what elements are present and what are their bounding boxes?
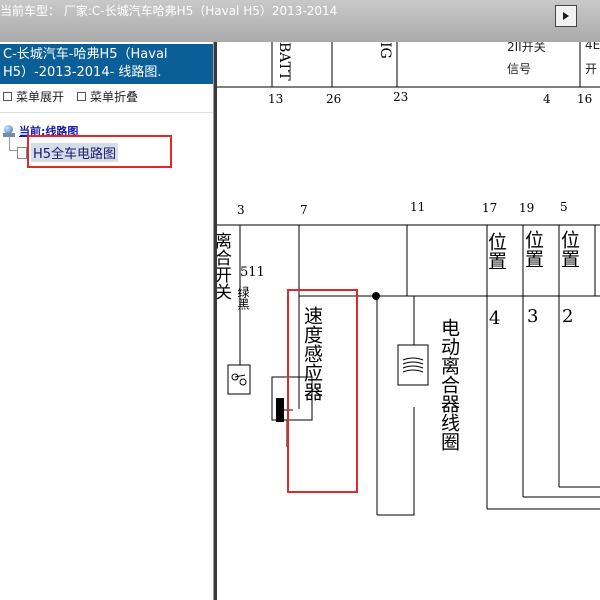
switch-signal-label-1: 2II开关 [507,42,546,54]
tree-connector [9,150,17,151]
pin-number: 7 [300,203,308,217]
collapse-icon [77,92,86,101]
position-number-4: 4 [489,308,501,329]
tree-connector [9,137,10,150]
pin-number: 3 [237,203,245,217]
pin-number: 26 [326,92,342,106]
menu-collapse-label: 菜单折叠 [90,90,139,104]
pin-number: 16 [577,92,593,106]
pin-number: 13 [268,92,284,106]
window-title: 当前车型： 厂家:C-长城汽车哈弗H5（Haval H5）2013-2014 [0,4,338,18]
globe-icon [3,125,15,137]
pin-icon [563,12,569,20]
batt-label: BATT [276,42,292,81]
switch-signal-label-2: 信号 [507,62,532,76]
position-label-4: 位置 [485,232,507,270]
pin-number: 19 [519,201,535,215]
ig-label: IG [377,42,393,59]
wire-number: 511 [240,265,265,280]
model-header: C-长城汽车-哈弗H5（Haval H5）-2013-2014- 线路图. [0,44,213,84]
right-partial-label-2: 开 [585,62,598,76]
pin-number: 4 [543,92,551,106]
menu-expand-label: 菜单展开 [16,90,65,104]
highlight-box [27,135,172,168]
wiring-diagram: BATT IG 2II开关 信号 4E 开 13 26 23 4 16 3 7 … [217,42,600,600]
speed-sensor-label: 速度感应器 [301,306,323,401]
menu-expand-button[interactable]: 菜单展开 [3,88,64,105]
junction-dot [372,292,380,300]
wiring-diagram-svg [217,42,600,516]
pin-number: 23 [393,90,409,104]
window-titlebar: 当前车型： 厂家:C-长城汽车哈弗H5（Haval H5）2013-2014 [0,0,600,43]
clutch-switch-symbol [227,364,251,395]
pin-number: 5 [560,200,568,214]
position-label-3: 位置 [522,230,544,268]
divider [0,112,213,113]
coil-icon [402,357,424,373]
document-icon [17,146,27,159]
speed-sensor-symbol [276,398,293,422]
position-number-2: 2 [562,306,574,327]
sidebar: C-长城汽车-哈弗H5（Haval H5）-2013-2014- 线路图. 菜单… [0,42,213,600]
menu-row: 菜单展开 菜单折叠 [0,86,213,108]
pin-number: 17 [482,201,498,215]
position-number-3: 3 [527,306,539,327]
position-label-2: 位置 [558,230,580,268]
pin-number: 11 [410,200,426,214]
wire-color: 绿黑 [236,286,250,310]
pin-button[interactable] [555,5,577,27]
right-partial-label-1: 4E [585,42,600,52]
clutch-solenoid-label: 电动离合器线圈 [438,318,460,451]
menu-collapse-button[interactable]: 菜单折叠 [77,88,138,105]
expand-icon [3,92,12,101]
